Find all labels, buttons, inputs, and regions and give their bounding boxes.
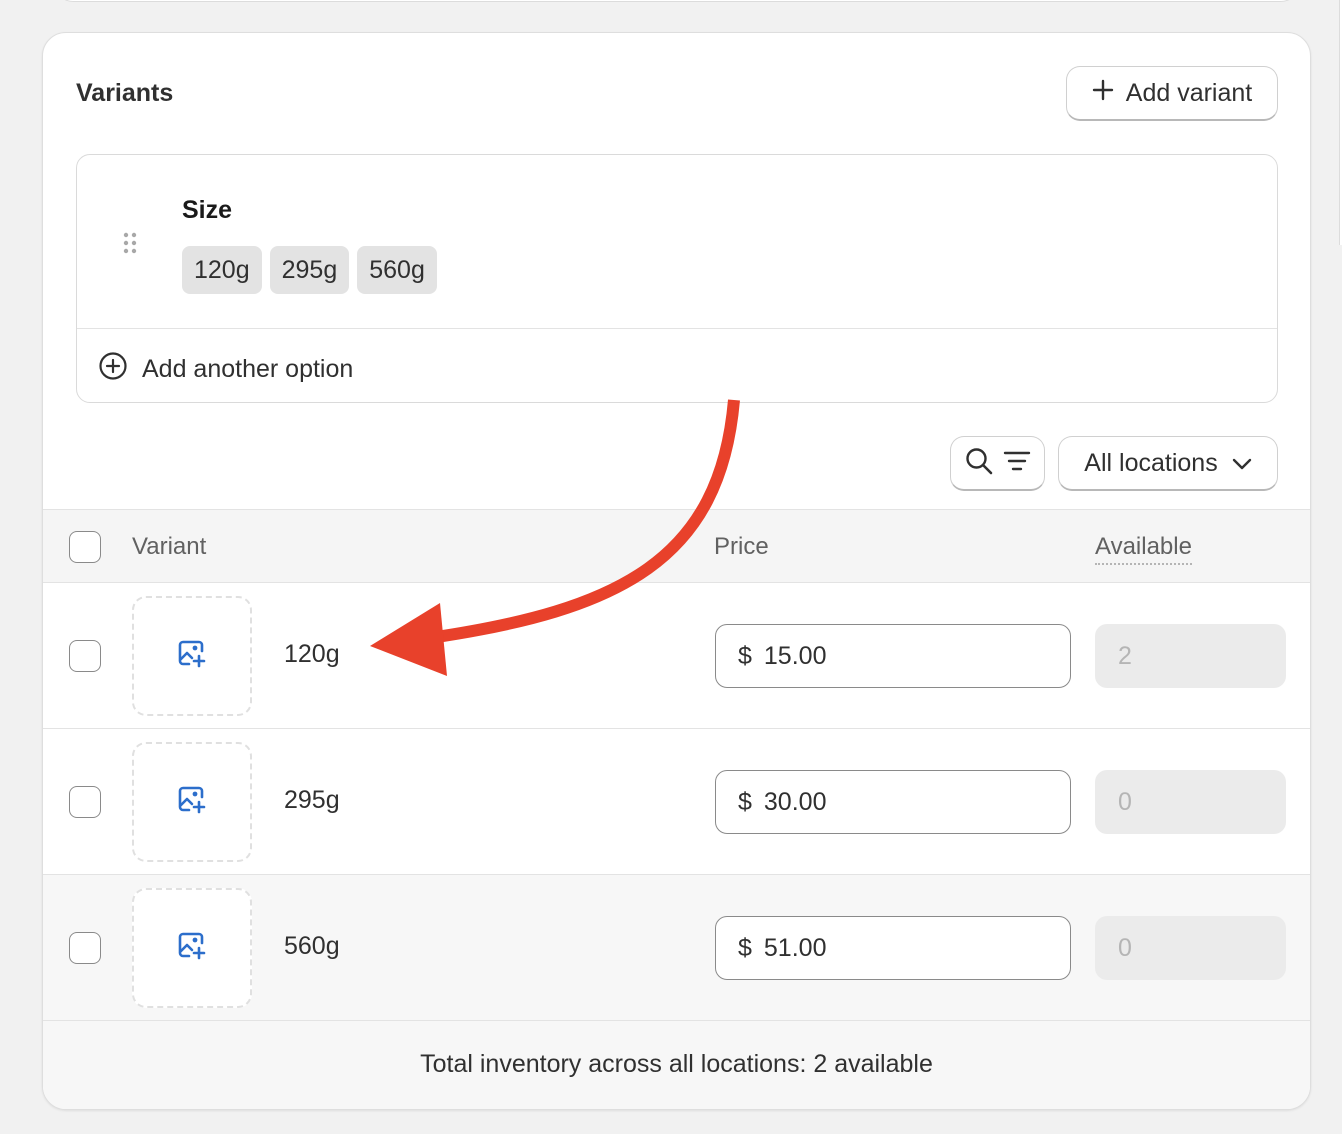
table-row[interactable]: 295g $ 30.00 0 xyxy=(43,729,1310,875)
variants-card: Variants Add variant Size 120g 295g 560g xyxy=(42,32,1311,1110)
available-field: 2 xyxy=(1095,624,1286,688)
add-another-option-label: Add another option xyxy=(142,355,354,383)
variant-name[interactable]: 560g xyxy=(284,932,340,961)
filter-icon xyxy=(1002,449,1032,478)
variant-name[interactable]: 295g xyxy=(284,786,340,815)
search-filter-button[interactable] xyxy=(950,436,1045,491)
plus-circle-icon xyxy=(98,351,128,388)
column-header-available[interactable]: Available xyxy=(1095,533,1192,565)
table-row[interactable]: 120g $ 15.00 2 xyxy=(43,583,1310,729)
table-row[interactable]: 560g $ 51.00 0 xyxy=(43,875,1310,1021)
column-header-variant[interactable]: Variant xyxy=(132,533,206,561)
price-value: 51.00 xyxy=(763,933,827,962)
add-variant-label: Add variant xyxy=(1125,78,1253,107)
table-header: Variant Price Available xyxy=(43,509,1310,583)
card-title: Variants xyxy=(76,79,174,107)
previous-card-edge xyxy=(55,0,1299,2)
price-input[interactable]: $ 15.00 xyxy=(715,624,1071,688)
add-variant-button[interactable]: Add variant xyxy=(1066,66,1278,121)
option-value-chip[interactable]: 295g xyxy=(269,246,350,294)
currency-symbol: $ xyxy=(738,787,752,816)
option-value-chip[interactable]: 560g xyxy=(357,246,437,294)
select-all-checkbox[interactable] xyxy=(69,531,101,563)
currency-symbol: $ xyxy=(738,641,752,670)
price-input[interactable]: $ 51.00 xyxy=(715,916,1071,980)
price-input[interactable]: $ 30.00 xyxy=(715,770,1071,834)
add-image-slot[interactable] xyxy=(132,742,252,862)
total-inventory-footer: Total inventory across all locations: 2 … xyxy=(43,1021,1310,1109)
image-add-icon xyxy=(176,638,208,675)
price-value: 15.00 xyxy=(763,641,827,670)
variant-name[interactable]: 120g xyxy=(284,640,340,669)
add-another-option-button[interactable]: Add another option xyxy=(98,351,353,388)
available-field: 0 xyxy=(1095,770,1286,834)
plus-icon xyxy=(1092,79,1114,108)
all-locations-dropdown[interactable]: All locations xyxy=(1058,436,1278,491)
option-values: 120g 295g 560g xyxy=(182,246,437,294)
search-icon xyxy=(964,446,994,481)
add-image-slot[interactable] xyxy=(132,888,252,1008)
column-header-price[interactable]: Price xyxy=(714,533,769,561)
price-value: 30.00 xyxy=(763,787,827,816)
options-box: Size 120g 295g 560g Add another option xyxy=(76,154,1278,403)
divider xyxy=(77,328,1277,329)
chevron-down-icon xyxy=(1232,449,1252,478)
option-value-chip[interactable]: 120g xyxy=(182,246,262,294)
drag-handle-icon[interactable] xyxy=(122,232,138,261)
available-field: 0 xyxy=(1095,916,1286,980)
image-add-icon xyxy=(176,930,208,967)
row-checkbox[interactable] xyxy=(69,932,101,964)
row-checkbox[interactable] xyxy=(69,786,101,818)
locations-label: All locations xyxy=(1084,448,1218,477)
row-checkbox[interactable] xyxy=(69,640,101,672)
currency-symbol: $ xyxy=(738,933,752,962)
option-name[interactable]: Size xyxy=(182,196,232,225)
add-image-slot[interactable] xyxy=(132,596,252,716)
image-add-icon xyxy=(176,784,208,821)
